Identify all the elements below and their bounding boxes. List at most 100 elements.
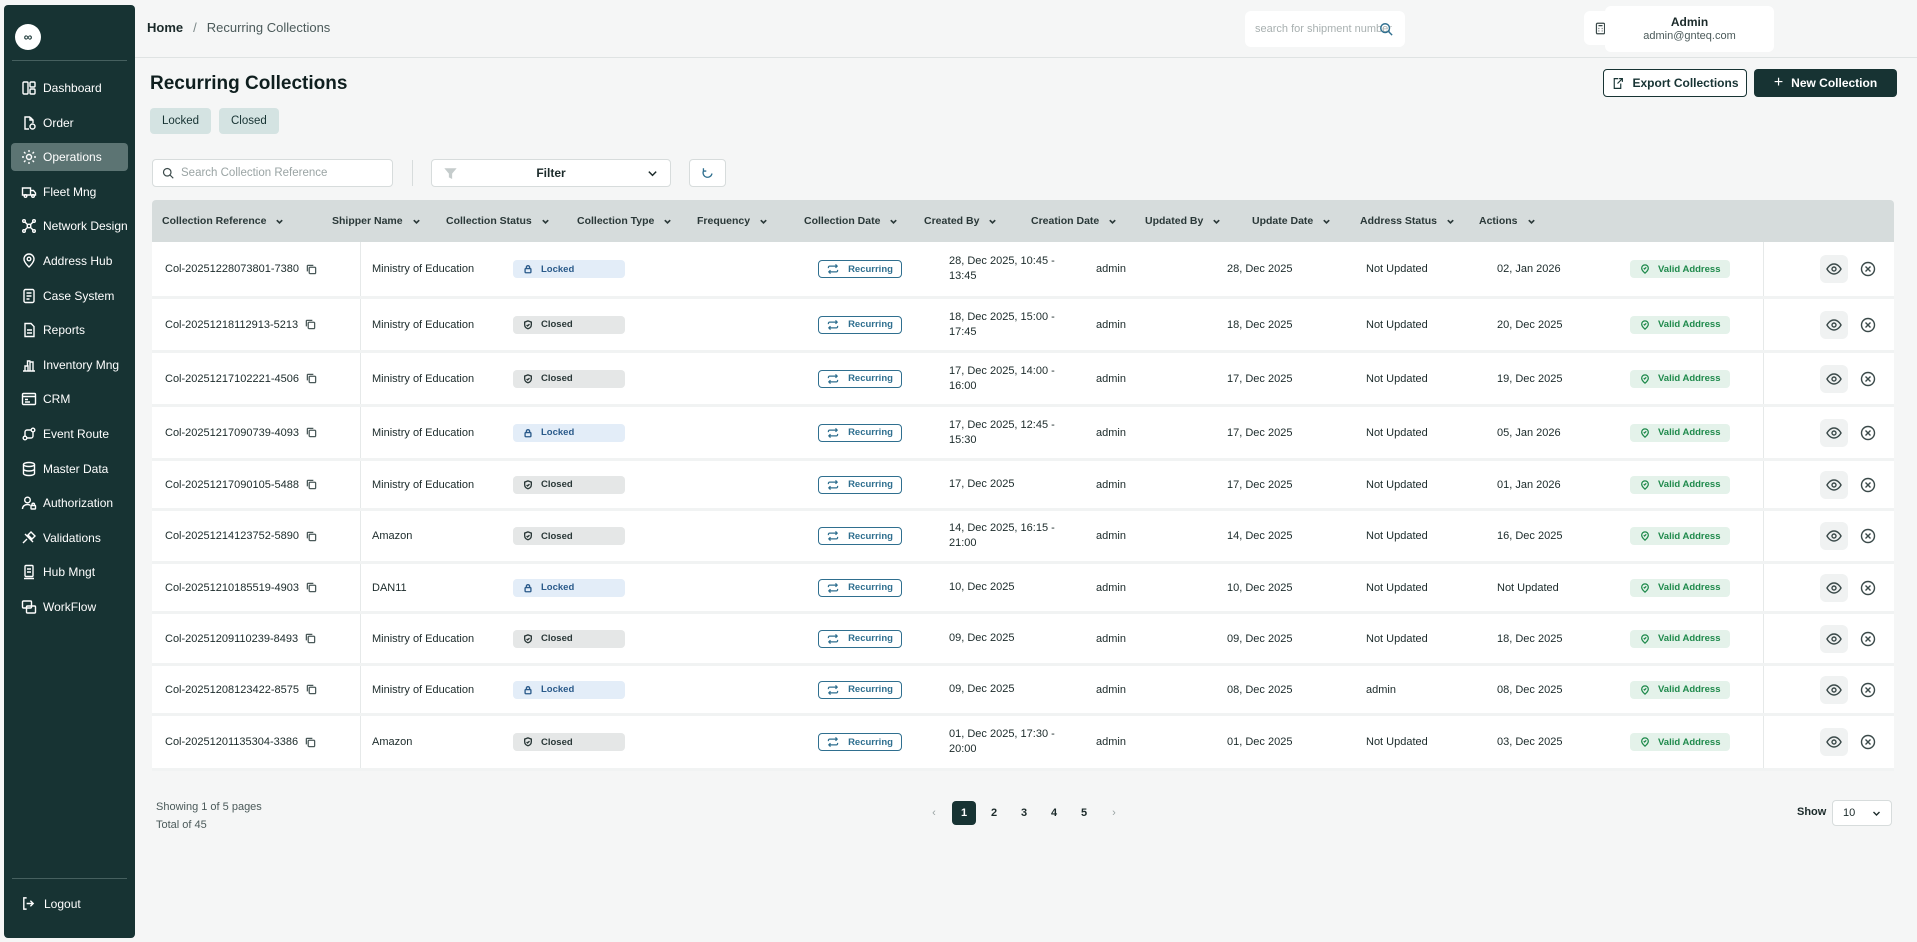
cancel-button[interactable] xyxy=(1854,522,1882,550)
copy-icon[interactable] xyxy=(306,531,317,542)
copy-icon[interactable] xyxy=(306,373,317,384)
frequency-cell: Recurring xyxy=(818,716,902,768)
refresh-button[interactable] xyxy=(689,159,726,187)
column-header-collection-type[interactable]: Collection Type xyxy=(577,200,672,242)
table-row[interactable]: Col-20251208123422-8575 Ministry of Educa… xyxy=(152,666,1894,716)
view-button[interactable] xyxy=(1820,624,1848,653)
collection-reference[interactable]: Col-20251217090105-5488 xyxy=(165,479,299,491)
cancel-button[interactable] xyxy=(1854,574,1882,602)
copy-icon[interactable] xyxy=(305,633,316,644)
view-button[interactable] xyxy=(1820,310,1848,339)
sidebar-item-hub-mngt[interactable]: Hub Mngt xyxy=(11,558,128,586)
table-row[interactable]: Col-20251214123752-5890 Amazon Closed Recur… xyxy=(152,511,1894,564)
sidebar-item-workflow[interactable]: WorkFlow xyxy=(11,593,128,621)
page-size-select[interactable]: 10 xyxy=(1832,800,1892,826)
column-header-creation-date[interactable]: Creation Date xyxy=(1031,200,1117,242)
column-header-actions[interactable]: Actions xyxy=(1479,200,1536,242)
table-row[interactable]: Col-20251228073801-7380 Ministry of Educa… xyxy=(152,242,1894,299)
page-button-3[interactable]: 3 xyxy=(1012,801,1036,825)
table-row[interactable]: Col-20251217090105-5488 Ministry of Educa… xyxy=(152,461,1894,511)
shipment-search-input[interactable]: search for shipment number xyxy=(1245,11,1405,47)
sidebar-item-address-hub[interactable]: Address Hub xyxy=(11,247,128,275)
sidebar-item-authorization[interactable]: Authorization xyxy=(11,489,128,517)
collection-reference[interactable]: Col-20251201135304-3386 xyxy=(165,736,298,748)
collection-reference[interactable]: Col-20251217102221-4506 xyxy=(165,373,299,385)
cancel-button[interactable] xyxy=(1854,676,1882,704)
column-header-address-status[interactable]: Address Status xyxy=(1360,200,1455,242)
column-header-collection-status[interactable]: Collection Status xyxy=(446,200,550,242)
filter-dropdown[interactable]: Filter xyxy=(431,159,671,187)
view-button[interactable] xyxy=(1820,728,1848,756)
collection-search-input[interactable]: Search Collection Reference xyxy=(152,159,393,187)
sidebar-item-validations[interactable]: Validations xyxy=(11,524,128,552)
collection-reference[interactable]: Col-20251210185519-4903 xyxy=(165,582,299,594)
sidebar-item-event-route[interactable]: Event Route xyxy=(11,420,128,448)
column-header-created-by[interactable]: Created By xyxy=(924,200,997,242)
column-header-updated-by[interactable]: Updated By xyxy=(1145,200,1221,242)
user-profile[interactable]: Admin admin@gnteq.com xyxy=(1605,6,1774,52)
collection-reference[interactable]: Col-20251208123422-8575 xyxy=(165,684,299,696)
copy-icon[interactable] xyxy=(306,684,317,695)
column-header-shipper-name[interactable]: Shipper Name xyxy=(332,200,421,242)
search-icon[interactable] xyxy=(1379,22,1393,36)
collection-reference[interactable]: Col-20251217090739-4093 xyxy=(165,427,299,439)
new-collection-button[interactable]: + New Collection xyxy=(1754,69,1897,97)
collection-reference[interactable]: Col-20251214123752-5890 xyxy=(165,530,299,542)
sidebar-item-order[interactable]: Order xyxy=(11,109,128,137)
copy-icon[interactable] xyxy=(305,737,316,748)
cancel-button[interactable] xyxy=(1854,311,1882,339)
logout-button[interactable]: Logout xyxy=(21,896,81,911)
view-button[interactable] xyxy=(1820,418,1848,447)
sidebar-item-crm[interactable]: CRM xyxy=(11,385,128,413)
column-header-frequency[interactable]: Frequency xyxy=(697,200,768,242)
prev-page-button[interactable]: ‹ xyxy=(922,801,946,825)
view-button[interactable] xyxy=(1820,364,1848,393)
page-button-2[interactable]: 2 xyxy=(982,801,1006,825)
table-row[interactable]: Col-20251218112913-5213 Ministry of Educa… xyxy=(152,299,1894,353)
sidebar-item-case-system[interactable]: Case System xyxy=(11,282,128,310)
copy-icon[interactable] xyxy=(306,479,317,490)
sidebar-item-operations[interactable]: Operations xyxy=(11,143,128,172)
collection-reference[interactable]: Col-20251218112913-5213 xyxy=(165,319,298,331)
view-button[interactable] xyxy=(1820,675,1848,704)
sidebar-item-master-data[interactable]: Master Data xyxy=(11,455,128,483)
app-logo[interactable]: ∞ xyxy=(15,24,41,50)
copy-icon[interactable] xyxy=(306,264,317,275)
sidebar-item-inventory-mng[interactable]: Inventory Mng xyxy=(11,351,128,379)
table-row[interactable]: Col-20251210185519-4903 DAN11 Locked Recurr… xyxy=(152,564,1894,614)
export-collections-button[interactable]: Export Collections xyxy=(1603,69,1747,97)
view-button[interactable] xyxy=(1820,255,1848,283)
page-button-1[interactable]: 1 xyxy=(952,801,976,825)
view-button[interactable] xyxy=(1820,470,1848,499)
column-header-collection-reference[interactable]: Collection Reference xyxy=(162,200,284,242)
copy-icon[interactable] xyxy=(305,319,316,330)
collection-reference[interactable]: Col-20251228073801-7380 xyxy=(165,263,299,275)
view-button[interactable] xyxy=(1820,573,1848,602)
chip-closed[interactable]: Closed xyxy=(219,108,279,134)
cancel-button[interactable] xyxy=(1854,255,1882,283)
table-row[interactable]: Col-20251201135304-3386 Amazon Closed Recur… xyxy=(152,716,1894,771)
column-header-update-date[interactable]: Update Date xyxy=(1252,200,1331,242)
cancel-button[interactable] xyxy=(1854,625,1882,653)
sidebar-item-network-design[interactable]: Network Design xyxy=(11,212,128,240)
copy-icon[interactable] xyxy=(306,427,317,438)
cancel-button[interactable] xyxy=(1854,365,1882,393)
cancel-button[interactable] xyxy=(1854,728,1882,756)
cancel-button[interactable] xyxy=(1854,419,1882,447)
page-button-4[interactable]: 4 xyxy=(1042,801,1066,825)
breadcrumb-home[interactable]: Home xyxy=(147,20,183,35)
chip-locked[interactable]: Locked xyxy=(150,108,212,134)
table-row[interactable]: Col-20251217090739-4093 Ministry of Educa… xyxy=(152,407,1894,461)
table-row[interactable]: Col-20251217102221-4506 Ministry of Educa… xyxy=(152,353,1894,407)
view-button[interactable] xyxy=(1820,522,1848,550)
page-button-5[interactable]: 5 xyxy=(1072,801,1096,825)
collection-reference[interactable]: Col-20251209110239-8493 xyxy=(165,633,298,645)
sidebar-item-dashboard[interactable]: Dashboard xyxy=(11,74,128,102)
table-row[interactable]: Col-20251209110239-8493 Ministry of Educa… xyxy=(152,614,1894,666)
sidebar-item-fleet-mng[interactable]: Fleet Mng xyxy=(11,178,128,206)
sidebar-item-reports[interactable]: Reports xyxy=(11,316,128,344)
cancel-button[interactable] xyxy=(1854,471,1882,499)
column-header-collection-date[interactable]: Collection Date xyxy=(804,200,898,242)
copy-icon[interactable] xyxy=(306,582,317,593)
next-page-button[interactable]: › xyxy=(1102,801,1126,825)
